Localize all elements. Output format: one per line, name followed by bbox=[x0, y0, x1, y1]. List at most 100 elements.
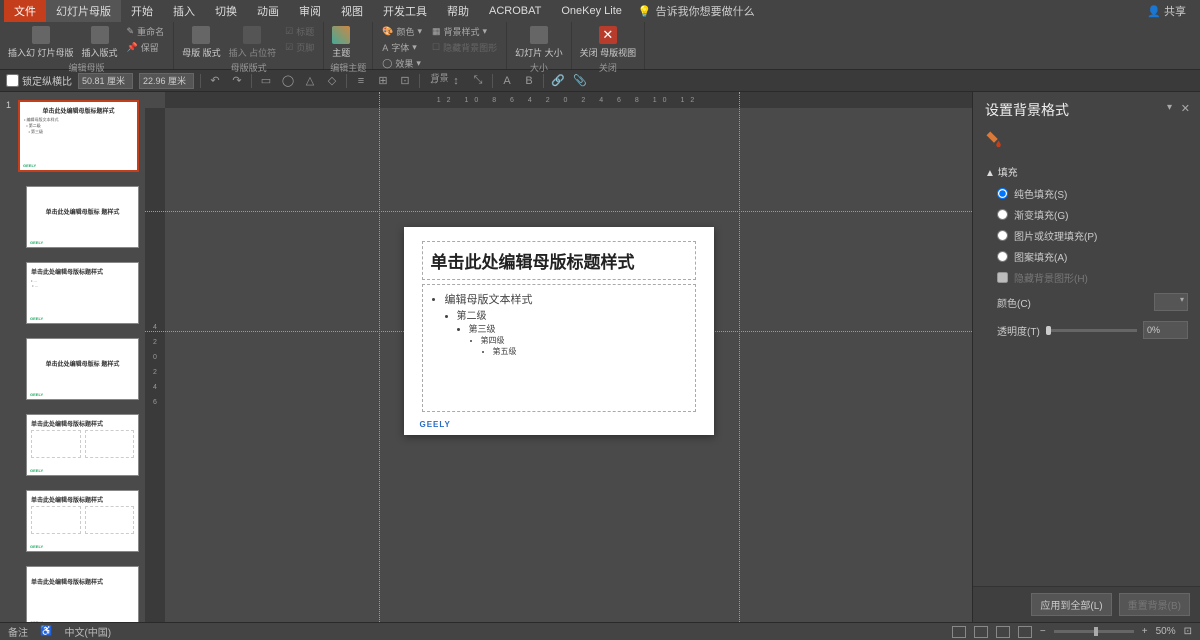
thumbnail-layout[interactable]: 单击此处编辑母版标题样式• ... • ...GEELY bbox=[0, 260, 145, 336]
zoom-in-button[interactable]: + bbox=[1142, 626, 1148, 637]
fill-tab-icon[interactable] bbox=[985, 130, 1003, 148]
pane-title: 设置背景格式 bbox=[985, 100, 1188, 120]
solid-fill-radio[interactable]: 纯色填充(S) bbox=[985, 183, 1188, 204]
tool-icon[interactable]: ◯ bbox=[280, 73, 296, 89]
insert-slide-master-button[interactable]: 插入幻 灯片母版 bbox=[6, 24, 76, 61]
color-label: 颜色(C) bbox=[997, 295, 1031, 310]
language-status[interactable]: 中文(中国) bbox=[64, 624, 111, 639]
tool-icon[interactable]: ≡ bbox=[353, 73, 369, 89]
title-placeholder[interactable]: 单击此处编辑母版标题样式 bbox=[422, 241, 696, 280]
tool-icon[interactable]: ⊞ bbox=[375, 73, 391, 89]
hide-bg-graphics-check[interactable]: 隐藏背景图形(H) bbox=[985, 267, 1188, 288]
thumbnail-layout[interactable]: 单击此处编辑母版标题样式GEELY bbox=[0, 488, 145, 564]
undo-icon[interactable]: ↶ bbox=[207, 73, 223, 89]
theme-button[interactable]: 主题 bbox=[330, 24, 352, 61]
pattern-fill-radio[interactable]: 图案填充(A) bbox=[985, 246, 1188, 267]
fonts-icon: A bbox=[382, 43, 388, 53]
ribbon: 插入幻 灯片母版 插入版式 ✎重命名 📌保留 编辑母版 母版 版式 插入 占位符… bbox=[0, 22, 1200, 70]
thumb-number: 1 bbox=[6, 100, 14, 172]
rename-button[interactable]: ✎重命名 bbox=[124, 24, 168, 39]
canvas-area[interactable]: 12 10 8 6 4 2 0 2 4 6 8 10 12 420246 单击此… bbox=[145, 92, 972, 622]
fit-window-button[interactable]: ⊡ bbox=[1184, 626, 1192, 637]
close-master-view-button[interactable]: ✕关闭 母版视图 bbox=[578, 24, 639, 61]
width-input[interactable] bbox=[78, 73, 133, 89]
zoom-level[interactable]: 50% bbox=[1156, 626, 1176, 637]
tool-icon[interactable]: ▭ bbox=[258, 73, 274, 89]
lock-aspect-checkbox[interactable]: 锁定纵横比 bbox=[6, 73, 72, 88]
body-placeholder[interactable]: 编辑母版文本样式 第二级 第三级 第四级 第五级 bbox=[422, 284, 696, 412]
zoom-slider[interactable] bbox=[1054, 630, 1134, 633]
tab-insert[interactable]: 插入 bbox=[163, 0, 205, 22]
person-icon: 👤 bbox=[1147, 6, 1161, 18]
colors-button[interactable]: 🎨颜色 ▾ bbox=[379, 24, 425, 39]
tab-help[interactable]: 帮助 bbox=[437, 0, 479, 22]
thumbnail-panel[interactable]: 1 单击此处编辑母版标题样式 • 编辑母版文本样式 • 第二级 • 第三级 GE… bbox=[0, 92, 145, 622]
tool-icon[interactable]: 🔗 bbox=[550, 73, 566, 89]
effects-button[interactable]: ◯效果 ▾ bbox=[379, 56, 425, 71]
color-picker-button[interactable] bbox=[1154, 293, 1188, 311]
fill-section-header[interactable]: ▲ 填充 bbox=[985, 160, 1188, 183]
workspace: 1 单击此处编辑母版标题样式 • 编辑母版文本样式 • 第二级 • 第三级 GE… bbox=[0, 92, 1200, 622]
title-checkbox[interactable]: ☑标题 bbox=[282, 24, 317, 39]
transparency-slider[interactable] bbox=[1046, 329, 1137, 332]
insert-layout-button[interactable]: 插入版式 bbox=[80, 24, 120, 61]
tab-developer[interactable]: 开发工具 bbox=[373, 0, 437, 22]
tab-onekey[interactable]: OneKey Lite bbox=[551, 2, 632, 20]
picture-fill-radio[interactable]: 图片或纹理填充(P) bbox=[985, 225, 1188, 246]
tool-icon[interactable]: ⤡ bbox=[470, 73, 486, 89]
tab-transitions[interactable]: 切换 bbox=[205, 0, 247, 22]
ribbon-group-background: 🎨颜色 ▾ A字体 ▾ ◯效果 ▾ ▦背景样式 ▾ ☐隐藏背景图形 背景 bbox=[373, 22, 507, 69]
tool-icon[interactable]: △ bbox=[302, 73, 318, 89]
sorter-view-icon[interactable] bbox=[974, 626, 988, 638]
slide-master[interactable]: 单击此处编辑母版标题样式 编辑母版文本样式 第二级 第三级 第四级 第五级 bbox=[404, 227, 714, 435]
tool-icon[interactable]: ↕ bbox=[448, 73, 464, 89]
notes-button[interactable]: 备注 bbox=[8, 624, 28, 639]
fonts-button[interactable]: A字体 ▾ bbox=[379, 40, 425, 55]
pane-footer: 应用到全部(L) 重置背景(B) bbox=[973, 586, 1200, 622]
tab-acrobat[interactable]: ACROBAT bbox=[479, 2, 551, 20]
pin-icon[interactable]: ▾ bbox=[1167, 102, 1172, 113]
close-pane-button[interactable]: ✕ bbox=[1181, 102, 1190, 115]
redo-icon[interactable]: ↷ bbox=[229, 73, 245, 89]
master-layout-button[interactable]: 母版 版式 bbox=[180, 24, 223, 61]
slide-size-button[interactable]: 幻灯片 大小 bbox=[513, 24, 565, 61]
size-icon bbox=[530, 26, 548, 44]
menu-file[interactable]: 文件 bbox=[4, 0, 46, 22]
insert-placeholder-button[interactable]: 插入 占位符 bbox=[227, 24, 279, 61]
thumbnail-layout[interactable]: 单击此处编辑母版标 题样式GEELY bbox=[0, 184, 145, 260]
normal-view-icon[interactable] bbox=[952, 626, 966, 638]
hide-bg-checkbox[interactable]: ☐隐藏背景图形 bbox=[429, 40, 500, 55]
footer-checkbox[interactable]: ☑页脚 bbox=[282, 40, 317, 55]
share-label: 共享 bbox=[1164, 6, 1186, 18]
slideshow-view-icon[interactable] bbox=[1018, 626, 1032, 638]
tool-icon[interactable]: A bbox=[499, 73, 515, 89]
tab-animations[interactable]: 动画 bbox=[247, 0, 289, 22]
transparency-input[interactable] bbox=[1143, 321, 1188, 339]
tell-me-label: 告诉我你想要做什么 bbox=[656, 3, 755, 19]
tool-icon[interactable]: ⊡ bbox=[397, 73, 413, 89]
tab-home[interactable]: 开始 bbox=[121, 0, 163, 22]
tab-review[interactable]: 审阅 bbox=[289, 0, 331, 22]
gradient-fill-radio[interactable]: 渐变填充(G) bbox=[985, 204, 1188, 225]
tell-me-search[interactable]: 💡 告诉我你想要做什么 bbox=[638, 3, 755, 19]
tool-icon[interactable]: ◇ bbox=[324, 73, 340, 89]
tool-icon[interactable]: 📎 bbox=[572, 73, 588, 89]
tool-icon[interactable]: ↔ bbox=[426, 73, 442, 89]
tool-icon[interactable]: B bbox=[521, 73, 537, 89]
preserve-button[interactable]: 📌保留 bbox=[124, 40, 168, 55]
tab-slide-master[interactable]: 幻灯片母版 bbox=[46, 0, 121, 22]
tab-view[interactable]: 视图 bbox=[331, 0, 373, 22]
bg-styles-button[interactable]: ▦背景样式 ▾ bbox=[429, 24, 500, 39]
thumbnail-layout[interactable]: 单击此处编辑母版标题样式GEELY bbox=[0, 412, 145, 488]
zoom-out-button[interactable]: − bbox=[1040, 626, 1046, 637]
slide-master-icon bbox=[32, 26, 50, 44]
thumbnail-layout[interactable]: 单击此处编辑母版标 题样式GEELY bbox=[0, 336, 145, 412]
thumbnail-layout[interactable]: 单击此处编辑母版标题样式GEELY bbox=[0, 564, 145, 622]
share-button[interactable]: 👤 共享 bbox=[1137, 0, 1196, 22]
reading-view-icon[interactable] bbox=[996, 626, 1010, 638]
apply-all-button[interactable]: 应用到全部(L) bbox=[1031, 593, 1111, 616]
thumbnail-master[interactable]: 1 单击此处编辑母版标题样式 • 编辑母版文本样式 • 第二级 • 第三级 GE… bbox=[0, 98, 145, 184]
ribbon-group-edit-theme: 主题 编辑主题 bbox=[324, 22, 373, 69]
height-input[interactable] bbox=[139, 73, 194, 89]
accessibility-icon[interactable]: ♿ bbox=[40, 626, 52, 637]
